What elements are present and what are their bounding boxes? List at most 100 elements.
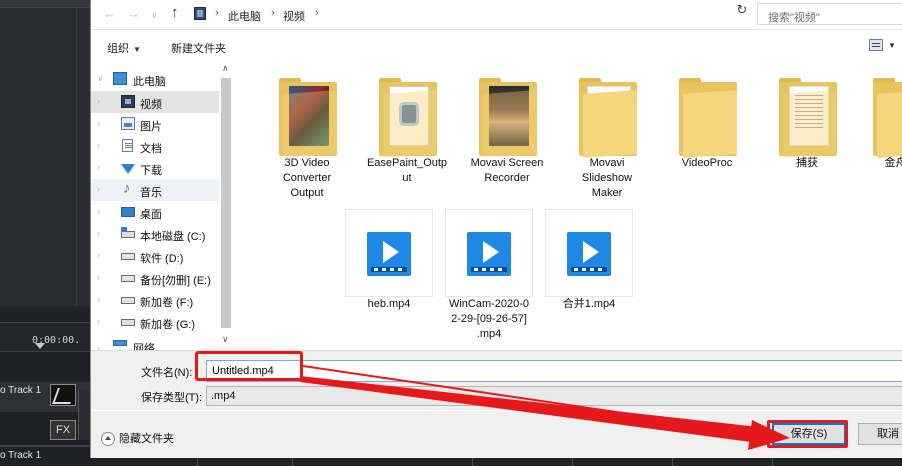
filetype-value: .mp4 bbox=[211, 390, 236, 402]
scroll-down-icon[interactable]: ∨ bbox=[222, 334, 229, 345]
nav-pane-scrollbar[interactable]: ∧ ∨ bbox=[219, 62, 233, 350]
nav-item-label: 新加卷 (G:) bbox=[140, 319, 195, 331]
chevron-up-icon bbox=[101, 432, 115, 447]
chevron-right-icon[interactable]: › bbox=[97, 272, 100, 282]
breadcrumb-item-videos[interactable]: 视频 bbox=[283, 8, 305, 24]
mp4-file-icon bbox=[445, 209, 533, 297]
drive-icon bbox=[121, 275, 135, 282]
nav-item-videos[interactable]: › 视频 bbox=[91, 91, 219, 113]
chevron-right-icon[interactable]: › bbox=[315, 7, 319, 19]
download-icon bbox=[121, 164, 135, 174]
file-name-line: .mp4 bbox=[476, 328, 502, 340]
file-name-line: heb.mp4 bbox=[367, 298, 411, 310]
track-2-label: o Track 1 bbox=[0, 450, 42, 461]
nav-item-label: 下载 bbox=[140, 165, 162, 177]
hide-folders-toggle[interactable]: 隐藏文件夹 bbox=[101, 430, 174, 447]
nav-item-drive-f[interactable]: › 新加卷 (F:) bbox=[91, 289, 219, 311]
chevron-right-icon[interactable]: › bbox=[97, 140, 100, 150]
desktop-icon bbox=[121, 207, 135, 217]
organize-label: 组织 bbox=[107, 43, 129, 55]
chevron-right-icon[interactable]: › bbox=[97, 96, 100, 106]
folder-name-line: Output bbox=[290, 187, 324, 199]
chevron-right-icon[interactable]: › bbox=[271, 7, 275, 19]
folder-name: 金舟录 bbox=[851, 156, 902, 171]
nav-item-label: 此电脑 bbox=[133, 76, 166, 88]
refresh-icon[interactable]: ↻ bbox=[733, 2, 751, 22]
caret-down-icon[interactable]: ▼ bbox=[888, 41, 896, 50]
search-input[interactable]: 搜索"视频" bbox=[757, 3, 902, 25]
hide-folders-label: 隐藏文件夹 bbox=[119, 433, 174, 445]
cancel-button[interactable]: 取消 bbox=[858, 423, 902, 445]
nav-item-drive-e[interactable]: › 备份[勿删] (E:) bbox=[91, 267, 219, 289]
chevron-right-icon[interactable]: › bbox=[97, 316, 100, 326]
save-as-dialog: ← → ∨ ↑ › 此电脑 › 视频 › ∨ ↻ 搜索"视频" 组织 ▼ 新建文件… bbox=[90, 0, 902, 458]
nav-item-documents[interactable]: › 文档 bbox=[91, 135, 219, 157]
chevron-down-icon[interactable]: ∨ bbox=[97, 73, 104, 84]
navigation-pane: ∨ 此电脑 › 视频 › 图片 › 文档 › 下载 › ♪ 音乐 › 桌面 › … bbox=[91, 62, 233, 350]
file-list: 3D Video Converter Output EasePaint_Outp… bbox=[241, 62, 902, 350]
chevron-right-icon[interactable]: › bbox=[97, 343, 100, 350]
new-folder-button[interactable]: 新建文件夹 bbox=[171, 40, 226, 56]
view-options-icon[interactable] bbox=[869, 39, 883, 51]
mp4-file-icon bbox=[345, 209, 433, 297]
chevron-right-icon[interactable]: › bbox=[97, 294, 100, 304]
command-bar: 组织 ▼ 新建文件夹 ▼ bbox=[91, 31, 902, 61]
nav-item-pictures[interactable]: › 图片 bbox=[91, 113, 219, 135]
folder-name-line: 金舟录 bbox=[884, 157, 902, 169]
nav-item-drive-d[interactable]: › 软件 (D:) bbox=[91, 245, 219, 267]
folder-name-line: Slideshow bbox=[581, 172, 633, 184]
scrollbar-thumb[interactable] bbox=[221, 78, 231, 328]
drive-icon bbox=[121, 319, 135, 326]
folder-name: Movavi Slideshow Maker bbox=[557, 156, 657, 201]
nav-item-downloads[interactable]: › 下载 bbox=[91, 157, 219, 179]
drive-icon bbox=[121, 253, 135, 260]
arrow-up-icon[interactable]: ↑ bbox=[171, 4, 179, 21]
chevron-right-icon[interactable]: › bbox=[215, 7, 219, 19]
filename-field[interactable] bbox=[206, 360, 902, 382]
folder-name-line: 捕获 bbox=[796, 157, 818, 169]
chevron-right-icon[interactable]: › bbox=[97, 118, 100, 128]
nav-item-drive-g[interactable]: › 新加卷 (G:) bbox=[91, 311, 219, 333]
file-name: 合并1.mp4 bbox=[539, 297, 639, 312]
nav-item-network[interactable]: › 网络 bbox=[91, 338, 219, 350]
chevron-down-icon[interactable]: ∨ bbox=[151, 10, 158, 21]
video-library-icon bbox=[194, 7, 206, 20]
file-name-line: 2-29-[09-26-57] bbox=[451, 313, 527, 325]
folder-name: 捕获 bbox=[757, 156, 857, 171]
nav-item-music[interactable]: › ♪ 音乐 bbox=[91, 179, 219, 201]
folder-name-line: Maker bbox=[591, 187, 623, 199]
fx-button[interactable]: FX bbox=[50, 420, 76, 440]
chevron-right-icon[interactable]: › bbox=[97, 184, 100, 194]
chevron-right-icon[interactable]: › bbox=[97, 228, 100, 238]
breadcrumb[interactable]: › 此电脑 › 视频 › ∨ bbox=[191, 4, 826, 24]
nav-item-this-pc[interactable]: ∨ 此电脑 bbox=[91, 68, 219, 90]
nav-item-label: 软件 (D:) bbox=[140, 253, 184, 265]
editor-top-strip bbox=[0, 0, 92, 8]
chevron-right-icon[interactable]: › bbox=[97, 250, 100, 260]
folder-name: Movavi Screen Recorder bbox=[457, 156, 557, 186]
nav-item-drive-c[interactable]: › 本地磁盘 (C:) bbox=[91, 223, 219, 245]
pictures-icon bbox=[121, 117, 135, 130]
nav-item-desktop[interactable]: › 桌面 bbox=[91, 201, 219, 223]
track-motion-icon[interactable] bbox=[50, 384, 76, 406]
address-bar-row: ← → ∨ ↑ › 此电脑 › 视频 › ∨ ↻ 搜索"视频" bbox=[91, 0, 902, 30]
filename-input[interactable] bbox=[207, 361, 902, 381]
annotation-highlight-save bbox=[767, 420, 848, 448]
scroll-up-icon[interactable]: ∧ bbox=[222, 63, 229, 74]
filetype-label: 保存类型(T): bbox=[141, 392, 203, 404]
video-folder-icon bbox=[121, 95, 135, 108]
track-1-label: o Track 1 bbox=[0, 385, 42, 396]
documents-icon bbox=[122, 139, 133, 152]
chevron-right-icon[interactable]: › bbox=[97, 162, 100, 172]
chevron-right-icon[interactable]: › bbox=[97, 206, 100, 216]
network-icon bbox=[113, 340, 127, 346]
nav-item-label: 音乐 bbox=[140, 187, 162, 199]
organize-button[interactable]: 组织 ▼ bbox=[107, 40, 141, 56]
folder-name-line: 3D Video bbox=[284, 157, 330, 169]
arrow-right-icon[interactable]: → bbox=[127, 6, 140, 21]
arrow-left-icon[interactable]: ← bbox=[103, 6, 116, 21]
filetype-select[interactable]: .mp4 bbox=[206, 386, 902, 406]
breadcrumb-item-this-pc[interactable]: 此电脑 bbox=[228, 8, 261, 24]
file-name: heb.mp4 bbox=[339, 297, 439, 312]
folder-name-line: EasePaint_Outp bbox=[366, 157, 448, 169]
